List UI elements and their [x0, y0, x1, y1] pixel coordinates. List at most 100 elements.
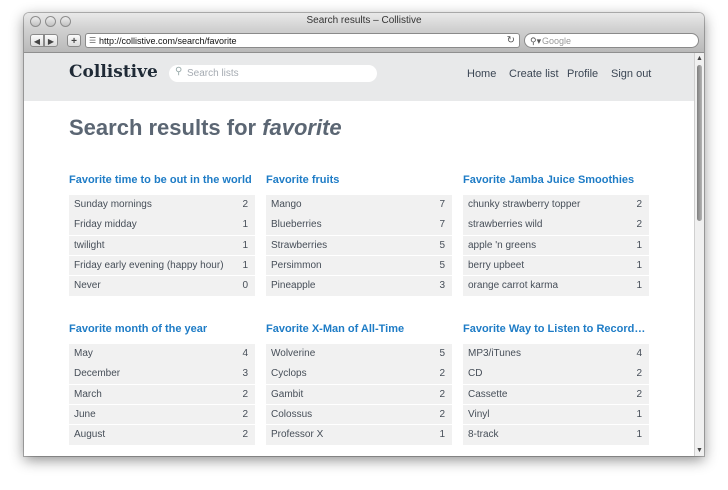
item-label: December — [74, 368, 121, 380]
item-count: 4 — [242, 348, 248, 359]
list-item[interactable]: strawberries wild 2 — [463, 215, 649, 235]
list-item[interactable]: December 3 — [69, 364, 255, 384]
list-item[interactable]: Gambit 2 — [266, 384, 452, 405]
item-count: 2 — [636, 368, 642, 380]
list-item[interactable]: Blueberries 7 — [266, 215, 452, 235]
item-label: June — [74, 408, 96, 420]
back-button[interactable]: ◀ — [30, 34, 44, 47]
list-item[interactable]: Never 0 — [69, 276, 255, 296]
nav-sign-out-link[interactable]: Sign out — [611, 68, 651, 80]
list-item[interactable]: Persimmon 5 — [266, 255, 452, 276]
search-icon: ⚲ — [175, 66, 183, 77]
nav-profile-link[interactable]: Profile — [567, 68, 598, 80]
list-item[interactable]: Cyclops 2 — [266, 364, 452, 384]
nav-home-link[interactable]: Home — [467, 68, 496, 80]
item-count: 1 — [636, 239, 642, 251]
list-title-link[interactable]: Favorite Jamba Juice Smoothies — [463, 173, 649, 187]
list-title-link[interactable]: Favorite time to be out in the world — [69, 173, 255, 187]
list-title-link[interactable]: Favorite Way to Listen to Recorde… — [463, 322, 649, 336]
scroll-up-arrow-icon[interactable]: ▲ — [696, 55, 703, 62]
add-bookmark-button[interactable]: + — [67, 34, 81, 47]
browser-search-field[interactable]: ⚲▾ Google — [524, 33, 699, 48]
forward-arrow-icon: ▶ — [47, 37, 55, 46]
list-item[interactable]: berry upbeet 1 — [463, 255, 649, 276]
list-item[interactable]: orange carrot karma 1 — [463, 276, 649, 296]
list-item[interactable]: CD 2 — [463, 364, 649, 384]
list-card: Favorite Way to Listen to Recorde… MP3/i… — [463, 322, 649, 445]
item-label: apple 'n greens — [468, 239, 537, 251]
list-item[interactable]: May 4 — [69, 344, 255, 364]
item-count: 5 — [439, 259, 445, 271]
item-count: 2 — [439, 408, 445, 420]
item-count: 7 — [439, 199, 445, 210]
list-item[interactable]: apple 'n greens 1 — [463, 235, 649, 256]
browser-window: Search results – Collistive ◀ ▶ + ☰ http… — [24, 13, 704, 456]
list-item[interactable]: MP3/iTunes 4 — [463, 344, 649, 364]
item-label: August — [74, 429, 106, 441]
list-item[interactable]: June 2 — [69, 404, 255, 425]
list-item[interactable]: Wolverine 5 — [266, 344, 452, 364]
list-item[interactable]: chunky strawberry topper 2 — [463, 195, 649, 215]
list-item[interactable]: March 2 — [69, 384, 255, 405]
item-count: 1 — [636, 280, 642, 292]
title-bar: Search results – Collistive — [24, 13, 704, 30]
list-item[interactable]: Cassette 2 — [463, 384, 649, 405]
item-count: 1 — [636, 259, 642, 271]
list-item[interactable]: twilight 1 — [69, 235, 255, 256]
item-label: Sunday mornings — [74, 199, 152, 210]
item-count: 5 — [439, 239, 445, 251]
item-label: Persimmon — [271, 259, 322, 271]
list-title-link[interactable]: Favorite month of the year — [69, 322, 255, 336]
site-logo[interactable]: Collistive — [69, 62, 158, 82]
browser-search-placeholder: Google — [542, 36, 572, 46]
item-count: 1 — [242, 259, 248, 271]
list-item[interactable]: Vinyl 1 — [463, 404, 649, 425]
list-item[interactable]: Mango 7 — [266, 195, 452, 215]
list-item[interactable]: August 2 — [69, 425, 255, 445]
search-lists-input[interactable] — [187, 66, 367, 80]
item-label: Vinyl — [468, 408, 490, 420]
item-label: Never — [74, 280, 101, 292]
forward-button[interactable]: ▶ — [44, 34, 58, 47]
list-item[interactable]: Professor X 1 — [266, 425, 452, 445]
item-label: CD — [468, 368, 483, 380]
url-text[interactable]: http://collistive.com/search/favorite — [99, 35, 237, 47]
list-item[interactable]: Colossus 2 — [266, 404, 452, 425]
item-label: Strawberries — [271, 239, 328, 251]
list-title-link[interactable]: Favorite X-Man of All-Time — [266, 322, 452, 336]
item-count: 2 — [636, 199, 642, 210]
item-count: 2 — [636, 219, 642, 231]
item-count: 5 — [439, 348, 445, 359]
list-item[interactable]: Sunday mornings 2 — [69, 195, 255, 215]
list-item[interactable]: Pineapple 3 — [266, 276, 452, 296]
item-count: 2 — [242, 199, 248, 210]
list-title-link[interactable]: Favorite fruits — [266, 173, 452, 187]
site-header: Collistive ⚲ Home Create list Profile Si… — [24, 53, 694, 101]
scroll-down-arrow-icon[interactable]: ▼ — [696, 447, 703, 454]
reload-icon[interactable]: ↻ — [507, 35, 515, 47]
address-bar[interactable]: ☰ http://collistive.com/search/favorite … — [85, 33, 520, 48]
item-label: Friday early evening (happy hour) — [74, 259, 224, 271]
item-count: 1 — [242, 219, 248, 231]
vertical-scrollbar[interactable]: ▲ ▼ — [694, 53, 704, 456]
item-count: 1 — [439, 429, 445, 441]
item-label: Cyclops — [271, 368, 307, 380]
item-label: Cassette — [468, 388, 508, 400]
item-label: Blueberries — [271, 219, 322, 231]
list-item[interactable]: Friday early evening (happy hour) 1 — [69, 255, 255, 276]
page-title-prefix: Search results for — [69, 115, 263, 140]
list-card: Favorite X-Man of All-Time Wolverine 5 Cy… — [266, 322, 452, 445]
list-item[interactable]: Friday midday 1 — [69, 215, 255, 235]
item-label: Professor X — [271, 429, 324, 441]
list-item[interactable]: Strawberries 5 — [266, 235, 452, 256]
item-label: MP3/iTunes — [468, 348, 521, 359]
site-search-box[interactable]: ⚲ — [169, 65, 377, 82]
page-viewport: Collistive ⚲ Home Create list Profile Si… — [24, 53, 694, 456]
list-item[interactable]: 8-track 1 — [463, 425, 649, 445]
nav-create-list-link[interactable]: Create list — [509, 68, 559, 80]
item-count: 2 — [636, 388, 642, 400]
list-card: Favorite time to be out in the world Sun… — [69, 173, 255, 296]
item-count: 1 — [636, 429, 642, 441]
scrollbar-thumb[interactable] — [697, 65, 702, 221]
plus-icon: + — [71, 36, 77, 47]
